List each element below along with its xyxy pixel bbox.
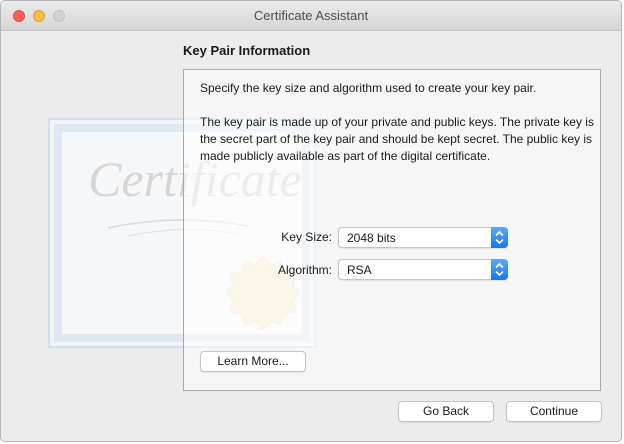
algorithm-select[interactable]: RSA [338,259,508,280]
algorithm-label: Algorithm: [277,263,332,277]
window-title: Certificate Assistant [253,8,369,23]
chevron-updown-icon [491,227,508,248]
go-back-button[interactable]: Go Back [398,401,494,422]
learn-more-button[interactable]: Learn More... [200,351,306,372]
title-bar: Certificate Assistant [1,1,621,31]
intro-text: Specify the key size and algorithm used … [200,81,537,95]
key-size-label: Key Size: [281,230,332,244]
key-size-value: 2048 bits [347,231,396,245]
key-pair-panel: Specify the key size and algorithm used … [183,69,601,391]
description-text: The key pair is made up of your private … [200,115,594,163]
certificate-assistant-window: Certificate Assistant Certificate Key Pa… [0,0,622,442]
key-size-select[interactable]: 2048 bits [338,227,508,248]
page-title: Key Pair Information [183,43,311,58]
algorithm-value: RSA [347,263,372,277]
chevron-updown-icon [491,259,508,280]
continue-button[interactable]: Continue [506,401,602,422]
